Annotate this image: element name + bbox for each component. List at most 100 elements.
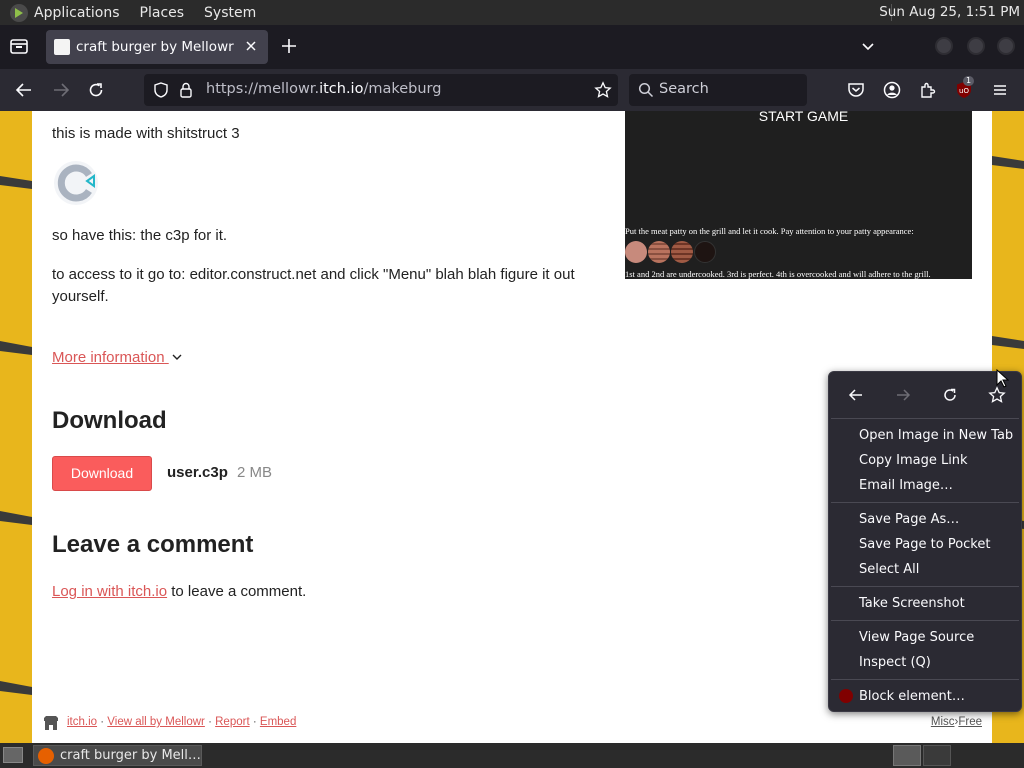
navigation-toolbar: https://mellowr.itch.io/makeburg Search … [0,69,1024,111]
footer-sep: · [208,716,212,728]
context-forward-icon[interactable] [894,386,912,404]
footer-sep: · [252,716,257,728]
back-arrow-icon[interactable] [14,80,34,100]
ctx-select-all[interactable]: Select All [859,559,919,581]
hamburger-menu-icon[interactable] [990,80,1010,100]
more-information-label: More information [52,349,165,366]
ctx-save-to-pocket[interactable]: Save Page to Pocket [859,534,990,556]
patty-raw [625,241,647,263]
ctx-block-element[interactable]: Block element… [859,686,965,708]
ctx-inspect[interactable]: Inspect (Q) [859,652,931,674]
account-icon[interactable] [882,80,902,100]
gnome-bottom-panel: craft burger by Mell… [0,743,1024,768]
context-separator [831,679,1019,680]
ublock-badge: 1 [963,76,975,86]
footer-sep: · [100,716,105,728]
context-separator [831,620,1019,621]
ctx-open-image-new-tab[interactable]: Open Image in New Tab [859,425,1013,447]
reload-icon[interactable] [86,80,106,100]
game-instruction: Put the meat patty on the grill and let … [625,226,914,236]
download-button[interactable]: Download [52,456,152,491]
lock-icon[interactable] [178,81,194,99]
patty-overcooked [694,241,716,263]
ublock-menu-icon [839,689,853,703]
workspace-2[interactable] [923,745,951,766]
login-suffix: to leave a comment. [167,583,307,600]
search-bar[interactable]: Search [629,74,807,106]
construct-3-logo-icon [54,161,98,205]
places-menu[interactable]: Places [140,5,185,21]
footer-links: itch.io · View all by Mellowr · Report ·… [67,716,296,728]
ctx-view-page-source[interactable]: View Page Source [859,627,974,649]
footer-tags: Misc›Free [931,716,982,728]
patty-undercooked [648,241,670,263]
game-note: 1st and 2nd are undercooked. 3rd is perf… [625,269,931,279]
pocket-icon[interactable] [846,80,866,100]
file-size: 2 MB [237,464,273,481]
forward-arrow-icon[interactable] [51,80,71,100]
bookmark-star-icon[interactable] [594,81,612,99]
list-all-tabs-icon[interactable] [860,39,876,55]
patty-perfect [671,241,693,263]
file-name: user.c3p [167,464,228,481]
start-game-label[interactable]: START GAME [625,111,982,124]
taskbar-window-title: craft burger by Mell… [60,748,201,763]
context-separator [831,418,1019,419]
page-favicon-icon [54,39,70,55]
close-tab-icon[interactable] [242,37,260,55]
search-icon [638,82,654,98]
svg-text:uO: uO [959,87,969,95]
ctx-email-image[interactable]: Email Image… [859,475,953,497]
footer-link-report[interactable]: Report [215,716,250,728]
minimize-window-button[interactable] [935,37,953,55]
gnome-top-panel: Applications Places System Sun Aug 25, 1… [0,0,1024,25]
login-prompt: Log in with itch.io to leave a comment. [52,581,306,603]
page-footer: itch.io · View all by Mellowr · Report ·… [32,716,992,743]
taskbar-window-button[interactable]: craft burger by Mell… [33,745,202,766]
ctx-copy-image-link[interactable]: Copy Image Link [859,450,968,472]
url-text[interactable]: https://mellowr.itch.io/makeburg [206,81,441,97]
clock[interactable]: Sun Aug 25, 1:51 PM [879,4,1020,20]
extensions-puzzle-icon[interactable] [918,80,938,100]
footer-link-embed[interactable]: Embed [260,716,296,728]
tab-bar: craft burger by Mellowr [0,25,1024,69]
gnome-logo-icon[interactable] [10,3,28,22]
tab-craft-burger[interactable]: craft burger by Mellowr [46,30,268,64]
mouse-cursor-icon [996,369,1010,388]
context-nav-row [829,372,1023,418]
game-embed[interactable]: START GAME Put the meat patty on the gri… [625,111,972,279]
context-menu: Open Image in New Tab Copy Image Link Em… [828,371,1022,712]
login-link[interactable]: Log in with itch.io [52,583,167,600]
ctx-take-screenshot[interactable]: Take Screenshot [859,593,965,615]
workspace-1[interactable] [893,745,921,766]
show-desktop-icon[interactable] [3,747,23,763]
shield-icon[interactable] [152,81,170,99]
url-prefix: https://mellowr. [206,81,320,97]
itch-io-icon[interactable] [42,715,60,731]
firefox-view-icon[interactable] [8,35,30,57]
footer-link-itch[interactable]: itch.io [67,716,97,728]
system-menu[interactable]: System [204,5,256,21]
more-information-link[interactable]: More information [52,349,183,366]
ctx-save-page-as[interactable]: Save Page As… [859,509,959,531]
new-tab-icon[interactable] [280,37,298,55]
context-separator [831,502,1019,503]
context-reload-icon[interactable] [941,386,959,404]
url-domain: itch.io [319,81,364,97]
footer-tag-misc[interactable]: Misc [931,716,955,728]
maximize-window-button[interactable] [967,37,985,55]
tab-title: craft burger by Mellowr [76,39,234,55]
background-pattern-left [0,111,32,743]
firefox-icon [38,747,54,764]
context-back-icon[interactable] [847,386,865,404]
applications-menu[interactable]: Applications [34,5,120,21]
comment-heading: Leave a comment [52,531,254,558]
c3p-text: so have this: the c3p for it. [52,227,228,244]
footer-link-view-all[interactable]: View all by Mellowr [107,716,205,728]
access-instructions: to access to it go to: editor.construct.… [52,266,575,305]
context-separator [831,586,1019,587]
footer-tag-free[interactable]: Free [958,716,982,728]
download-heading: Download [52,407,167,434]
close-window-button[interactable] [997,37,1015,55]
url-bar[interactable]: https://mellowr.itch.io/makeburg [144,74,618,106]
